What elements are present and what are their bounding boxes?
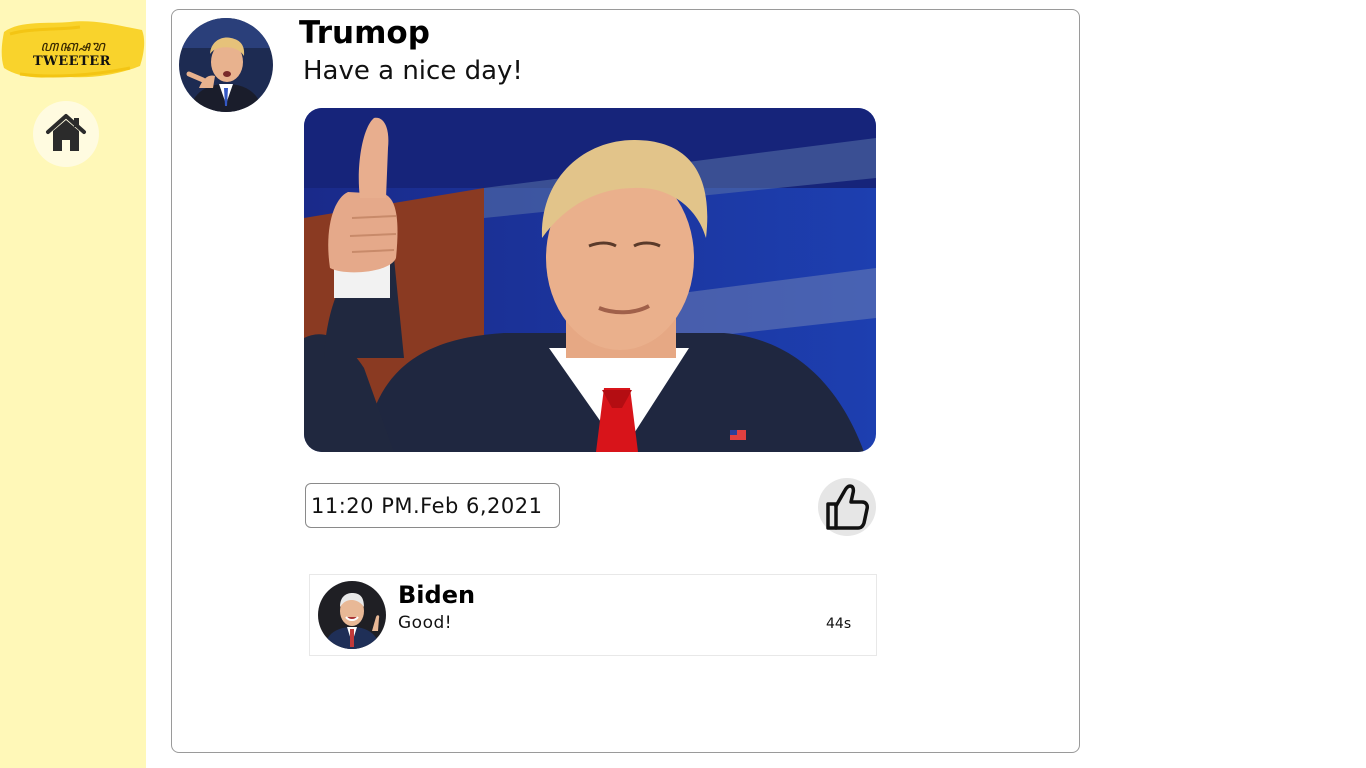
post-author-name[interactable]: Trumop [299, 15, 430, 51]
sidebar: ꦲꦏ꧀ꦱꦫ TWEETER [0, 0, 146, 768]
comment-author-name[interactable]: Biden [398, 581, 475, 609]
author-avatar-image [179, 18, 273, 112]
app-logo[interactable]: ꦲꦏ꧀ꦱꦫ TWEETER [0, 14, 146, 86]
comment-item: Biden Good! 44s [309, 574, 877, 656]
comment-time: 44s [826, 616, 852, 632]
comment-text: Good! [398, 613, 453, 633]
home-icon [46, 114, 86, 151]
comment-avatar[interactable] [318, 581, 386, 649]
post-photo [304, 108, 876, 452]
home-button[interactable] [33, 101, 99, 167]
author-avatar[interactable] [179, 18, 273, 112]
comment-avatar-image [318, 581, 386, 649]
post-card: Trumop Have a nice day! 11:20 PM.Feb 6,2… [171, 9, 1080, 753]
post-image [304, 108, 876, 452]
post-text: Have a nice day! [303, 56, 523, 86]
post-timestamp: 11:20 PM.Feb 6,2021 [305, 483, 560, 528]
thumbs-up-icon [826, 484, 869, 530]
like-button[interactable] [818, 478, 876, 536]
logo-text: TWEETER [33, 54, 111, 69]
